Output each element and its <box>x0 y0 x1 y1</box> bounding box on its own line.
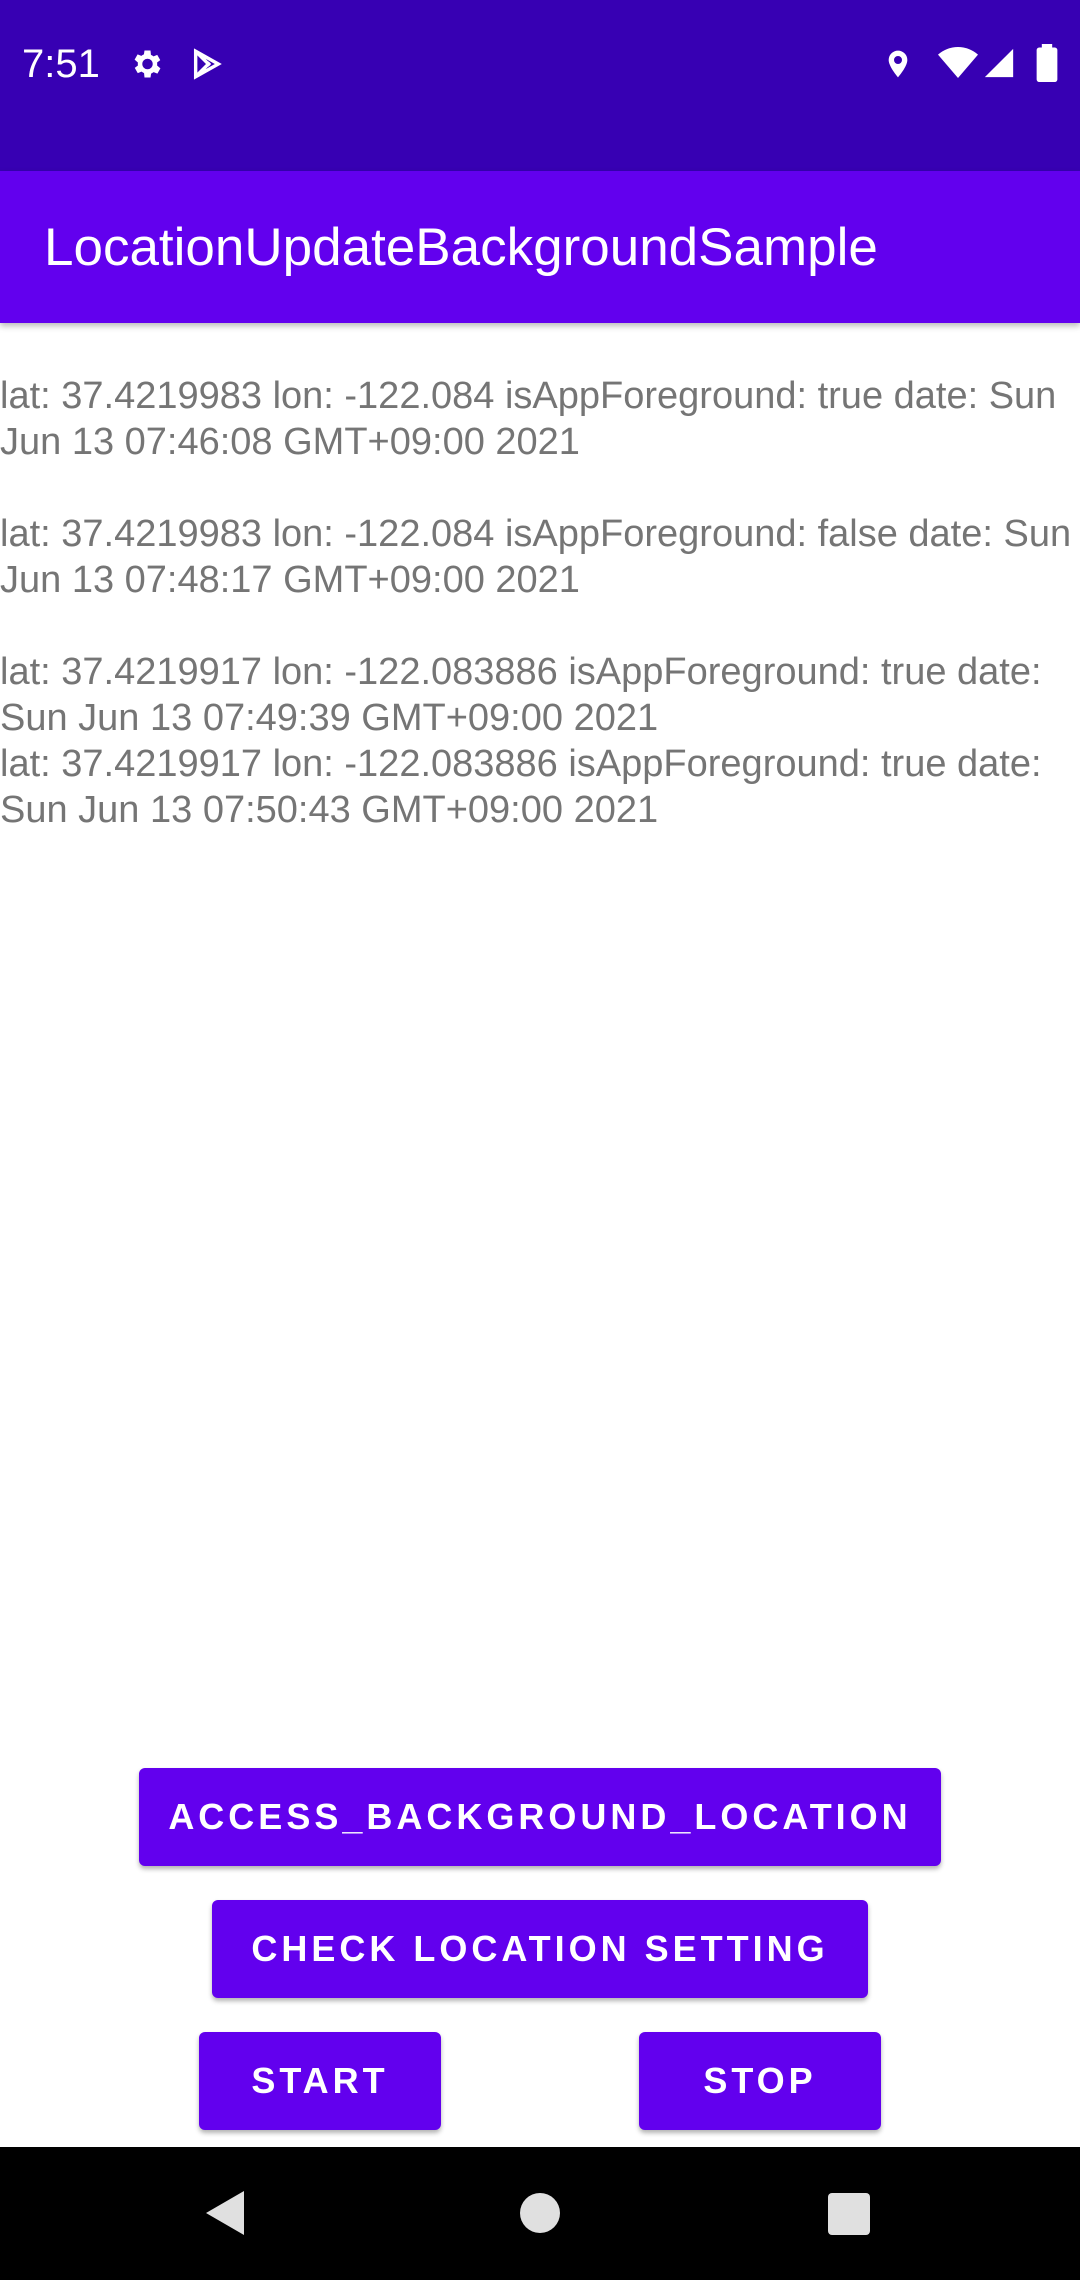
stop-button[interactable]: STOP <box>639 2032 881 2130</box>
status-time: 7:51 <box>22 42 100 86</box>
log-entry: lat: 37.4219917 lon: -122.083886 isAppFo… <box>0 651 1042 739</box>
play-store-icon <box>190 46 224 82</box>
wifi-icon <box>938 46 978 80</box>
start-button[interactable]: START <box>199 2032 441 2130</box>
app-title: LocationUpdateBackgroundSample <box>44 218 878 277</box>
log-entry: lat: 37.4219983 lon: -122.084 isAppForeg… <box>0 375 1057 463</box>
battery-icon <box>1036 44 1058 82</box>
access-background-location-button[interactable]: ACCESS_BACKGROUND_LOCATION <box>139 1768 941 1866</box>
cellular-signal-icon <box>982 46 1016 80</box>
app-bar: LocationUpdateBackgroundSample <box>0 171 1080 323</box>
location-log: lat: 37.4219983 lon: -122.084 isAppForeg… <box>0 373 1080 833</box>
gear-icon <box>128 46 164 82</box>
location-pin-icon <box>882 46 914 82</box>
back-icon[interactable] <box>204 2189 248 2237</box>
log-entry: lat: 37.4219983 lon: -122.084 isAppForeg… <box>0 513 1072 601</box>
log-entry: lat: 37.4219917 lon: -122.083886 isAppFo… <box>0 743 1042 831</box>
navigation-bar <box>0 2147 1080 2280</box>
home-icon[interactable] <box>518 2191 562 2235</box>
check-location-setting-button[interactable]: CHECK LOCATION SETTING <box>212 1900 868 1998</box>
status-bar: 7:51 <box>0 0 1080 171</box>
recents-icon[interactable] <box>828 2193 870 2235</box>
